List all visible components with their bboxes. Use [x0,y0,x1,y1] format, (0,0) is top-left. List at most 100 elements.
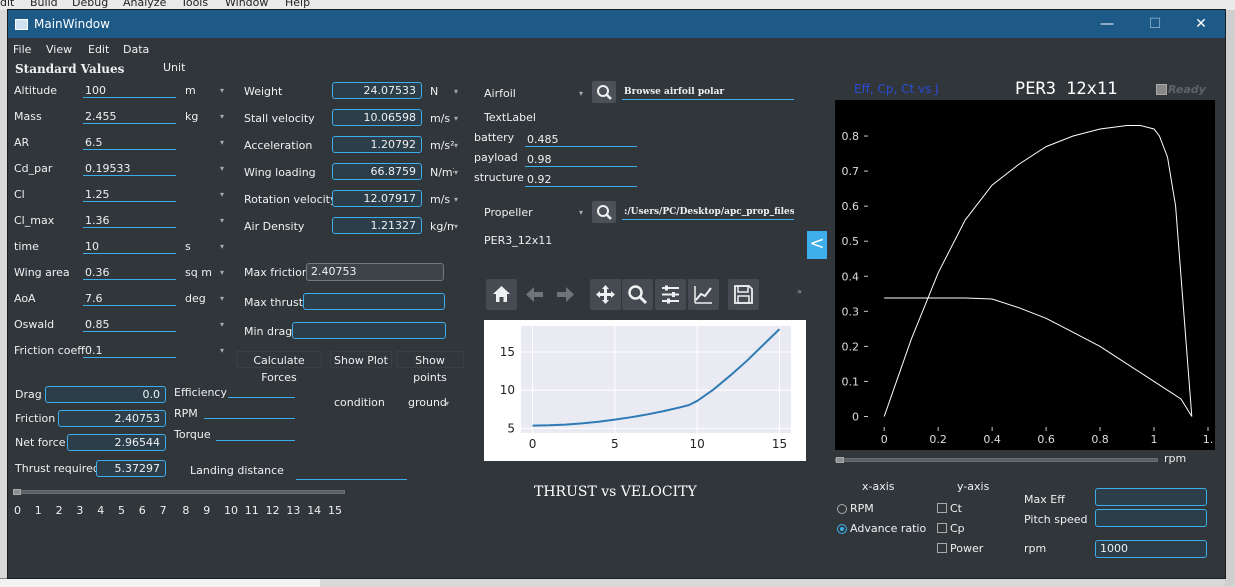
home-icon[interactable] [486,279,517,310]
result-field[interactable]: 1.21327 [332,217,422,234]
airfoil-dropdown-icon[interactable]: ▾ [579,89,583,98]
menu-data[interactable]: Data [123,43,149,56]
param-field[interactable]: 6.5 [83,136,176,150]
max-friction-field[interactable]: 2.40753 [306,263,444,281]
y-tick-label: 0.6 [842,200,860,213]
time-slider[interactable] [13,490,345,494]
ide-menu-help[interactable]: Help [285,0,310,9]
param-field[interactable]: 0.85 [83,318,176,332]
ready-checkbox[interactable] [1156,84,1167,95]
propeller-path-field[interactable]: :/Users/PC/Desktop/apc_prop_files [622,206,794,220]
battery-field[interactable]: 0.485 [525,133,637,147]
ide-menu-build[interactable]: Build [30,0,58,9]
ide-menu-window[interactable]: Window [225,0,268,9]
param-field[interactable]: 10 [83,240,176,254]
result-field[interactable]: 12.07917 [332,190,422,207]
ide-menu-edit[interactable]: dit [0,0,14,9]
unit-dropdown-icon[interactable]: ▾ [220,242,224,251]
param-field[interactable]: 7.6 [83,292,176,306]
airfoil-polar-path-field[interactable]: Browse airfoil polar [622,86,794,100]
unit-dropdown-icon[interactable]: ▾ [220,294,224,303]
unit-dropdown-icon[interactable]: ▾ [220,268,224,277]
airfoil-search-button[interactable] [592,81,616,103]
param-field[interactable]: 0.1 [83,344,176,358]
unit-dropdown-icon[interactable]: ▾ [220,346,224,355]
show-plot-button[interactable]: Show Plot [330,351,392,368]
menu-edit[interactable]: Edit [88,43,109,56]
thrust-required-field[interactable]: 5.37297 [96,460,166,477]
rpm-slider-handle[interactable] [836,457,844,463]
friction-field[interactable]: 2.40753 [58,410,166,427]
edit-axes-icon[interactable] [688,279,719,310]
efficiency-field[interactable] [228,384,295,398]
payload-field[interactable]: 0.98 [525,153,637,167]
param-field[interactable]: 100 [83,84,176,98]
condition-select[interactable]: ground [408,396,447,409]
unit-dropdown-icon[interactable]: ▾ [220,320,224,329]
pitch-speed-field[interactable] [1095,509,1207,527]
x-axis-rpm-radio[interactable] [837,504,847,514]
unit-dropdown-icon[interactable]: ▾ [220,112,224,121]
torque-field[interactable] [216,427,295,441]
param-unit: deg [185,292,206,305]
eff-chart-link[interactable]: Eff, Cp, Ct vs J [854,82,939,96]
ide-menu-analyze[interactable]: Analyze [123,0,166,9]
unit-dropdown-icon[interactable]: ▾ [220,138,224,147]
back-arrow-icon[interactable] [519,279,550,310]
unit-dropdown-icon[interactable]: ▾ [454,222,458,231]
maximize-icon[interactable]: ☐ [1145,14,1165,34]
rpm-field[interactable] [204,405,295,419]
ide-menu-debug[interactable]: Debug [72,0,108,9]
result-field[interactable]: 24.07533 [332,82,422,99]
minimize-icon[interactable]: — [1097,14,1117,34]
unit-dropdown-icon[interactable]: ▾ [454,87,458,96]
structure-field[interactable]: 0.92 [525,173,637,187]
unit-dropdown-icon[interactable]: ▾ [220,164,224,173]
landing-distance-field[interactable] [296,466,407,480]
menu-view[interactable]: View [46,43,72,56]
unit-dropdown-icon[interactable]: ▾ [220,86,224,95]
max-eff-field[interactable] [1095,488,1207,506]
forward-arrow-icon[interactable] [550,279,581,310]
y-axis-cp-checkbox[interactable] [937,523,947,533]
unit-dropdown-icon[interactable]: ▾ [454,168,458,177]
rpm-input-field[interactable]: 1000 [1095,540,1207,558]
param-field[interactable]: 1.36 [83,214,176,228]
condition-dropdown-icon[interactable]: ▾ [445,399,449,408]
unit-dropdown-icon[interactable]: ▾ [454,114,458,123]
param-field[interactable]: 2.455 [83,110,176,124]
toolbar-overflow-icon[interactable]: » [797,287,802,296]
param-field[interactable]: 1.25 [83,188,176,202]
show-points-button[interactable]: Show points [396,351,464,384]
result-field[interactable]: 1.20792 [332,136,422,153]
unit-dropdown-icon[interactable]: ▾ [454,195,458,204]
y-axis-ct-checkbox[interactable] [937,503,947,513]
collapse-panel-button[interactable]: < [807,231,827,259]
unit-dropdown-icon[interactable]: ▾ [454,141,458,150]
unit-dropdown-icon[interactable]: ▾ [220,190,224,199]
result-field[interactable]: 10.06598 [332,109,422,126]
ide-menu-tools[interactable]: Tools [181,0,208,9]
param-field[interactable]: 0.36 [83,266,176,280]
drag-field[interactable]: 0.0 [45,386,166,403]
y-axis-power-checkbox[interactable] [937,543,947,553]
param-field[interactable]: 0.19533 [83,162,176,176]
menu-file[interactable]: File [13,43,31,56]
battery-label: battery [474,131,515,144]
propeller-search-button[interactable] [592,201,616,223]
time-slider-handle[interactable] [13,489,21,495]
close-icon[interactable]: ✕ [1191,14,1211,34]
configure-icon[interactable] [655,279,686,310]
unit-dropdown-icon[interactable]: ▾ [220,216,224,225]
propeller-dropdown-icon[interactable]: ▾ [579,208,583,217]
result-field[interactable]: 66.8759 [332,163,422,180]
rpm-slider[interactable] [835,458,1158,462]
zoom-icon[interactable] [622,279,653,310]
x-axis-advance-ratio-radio[interactable] [837,524,847,534]
save-icon[interactable] [728,279,759,310]
pan-icon[interactable] [590,279,621,310]
calculate-forces-button[interactable]: Calculate Forces [236,351,322,384]
net-force-field[interactable]: 2.96544 [67,434,166,451]
min-drag-field[interactable] [292,322,446,339]
max-thrust-field[interactable] [303,293,445,310]
